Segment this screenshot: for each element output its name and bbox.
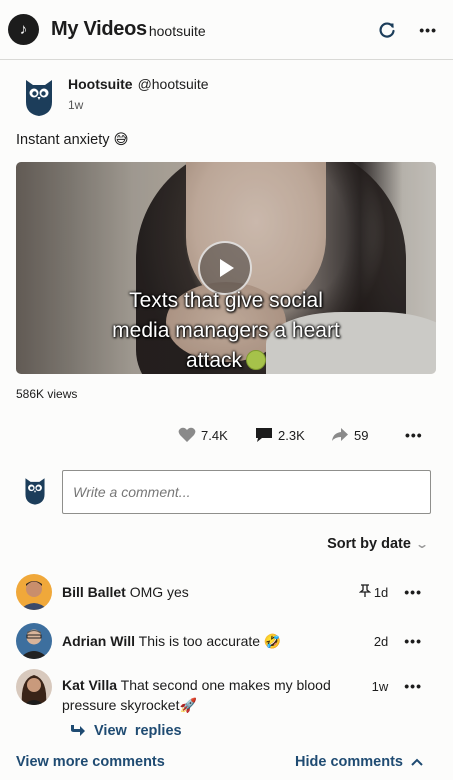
heart-icon	[178, 427, 196, 442]
tiktok-icon: ♪	[8, 14, 39, 45]
account-name: hootsuite	[148, 23, 206, 39]
likes-stat[interactable]: 7.4K	[178, 427, 228, 443]
pin-icon	[358, 584, 372, 600]
shares-count: 59	[354, 427, 369, 443]
comments-stat[interactable]: 2.3K	[255, 427, 305, 443]
play-icon	[220, 259, 234, 277]
more-horizontal-icon[interactable]: •••	[419, 22, 437, 38]
post-header: Hootsuite @hootsuite 1w	[24, 76, 209, 116]
avatar[interactable]	[16, 623, 52, 659]
shares-stat[interactable]: 59	[331, 427, 368, 443]
view-replies-link[interactable]: View replies	[70, 723, 182, 739]
comment-more-icon[interactable]: •••	[404, 584, 422, 600]
post-timestamp: 1w	[68, 98, 84, 112]
comment-bubble-icon	[256, 428, 272, 442]
comment-author[interactable]: Bill Ballet	[62, 584, 126, 600]
comment-time: 1w	[371, 678, 389, 694]
avatar[interactable]	[16, 669, 52, 705]
comment-text: This is too accurate 🤣	[138, 633, 282, 649]
reply-arrow-icon	[71, 725, 85, 736]
post-author-handle: @hootsuite	[137, 76, 209, 92]
hootsuite-owl-icon	[25, 478, 45, 505]
sort-label: Sort by date	[327, 536, 411, 552]
comment-input[interactable]	[62, 470, 431, 514]
video-overlay-text: Texts that give social media managers a …	[112, 289, 340, 372]
avatar[interactable]	[16, 574, 52, 610]
chevron-down-icon: ⌄	[414, 537, 430, 551]
post-stats: 7.4K 2.3K 59 •••	[0, 427, 453, 447]
page-title: My Videos	[51, 18, 147, 40]
chevron-up-icon	[411, 758, 423, 766]
comments-count: 2.3K	[278, 427, 305, 443]
hide-comments-link[interactable]: Hide comments	[295, 754, 423, 770]
comment-time: 1d	[373, 584, 389, 600]
post-more-icon[interactable]: •••	[405, 427, 423, 443]
post-author-name[interactable]: Hootsuite	[68, 76, 133, 92]
share-arrow-icon	[332, 428, 348, 441]
comment-text: OMG yes	[129, 584, 189, 600]
video-player[interactable]: Texts that give social media managers a …	[16, 162, 436, 374]
comment-more-icon[interactable]: •••	[404, 633, 422, 649]
refresh-icon[interactable]	[373, 16, 401, 44]
hootsuite-owl-icon[interactable]	[24, 76, 54, 116]
post-caption: Instant anxiety 😅	[16, 132, 129, 148]
comment-more-icon[interactable]: •••	[404, 678, 422, 694]
view-more-comments-link[interactable]: View more comments	[16, 754, 165, 770]
comment-author[interactable]: Kat Villa	[62, 677, 117, 693]
nauseated-emoji-icon	[246, 350, 267, 370]
sort-dropdown[interactable]: Sort by date ⌄	[327, 536, 430, 552]
comment-time: 2d	[373, 633, 389, 649]
comment-author[interactable]: Adrian Will	[62, 633, 135, 649]
app-header: ♪ My Videos hootsuite •••	[0, 0, 453, 60]
likes-count: 7.4K	[201, 427, 228, 443]
view-count: 586K views	[16, 387, 78, 401]
